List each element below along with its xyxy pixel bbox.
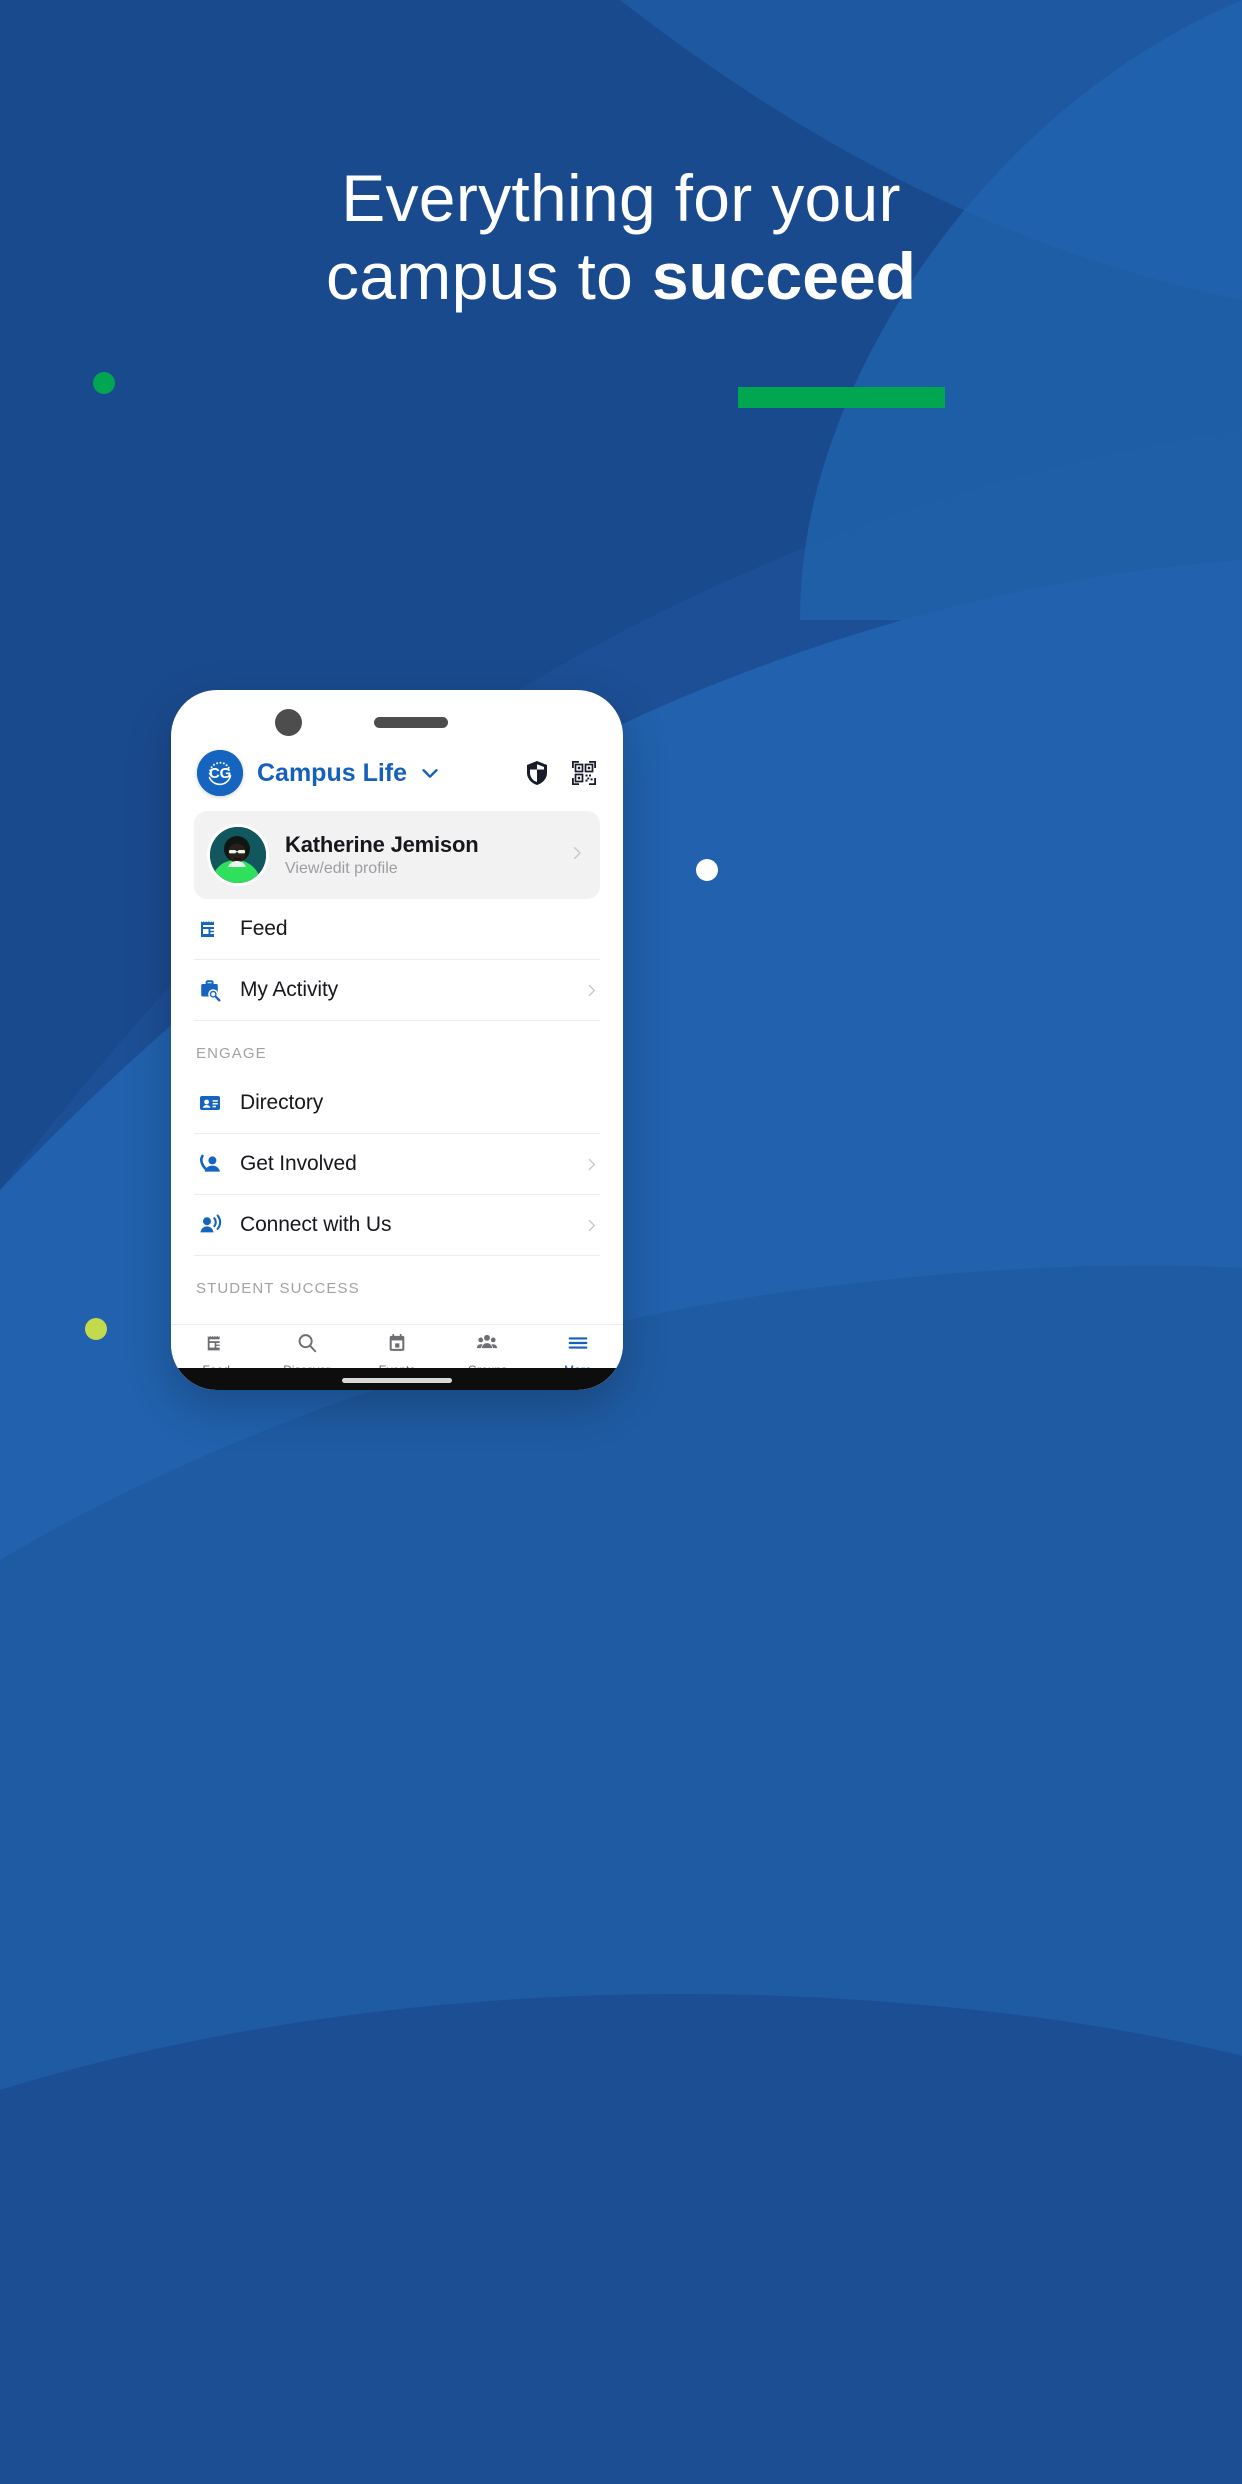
activity-briefcase-icon — [194, 978, 226, 1002]
chevron-right-icon — [583, 982, 600, 999]
groups-icon — [476, 1332, 498, 1359]
app-title: Campus Life — [257, 758, 408, 787]
chevron-down-icon[interactable] — [419, 762, 441, 784]
menu-item-label: Connect with Us — [240, 1213, 392, 1236]
menu-item-label: Get Involved — [240, 1152, 357, 1175]
home-indicator-bezel — [171, 1368, 623, 1390]
hero-heading: Everything for your campus to succeed — [0, 160, 1242, 316]
shield-icon[interactable] — [525, 760, 549, 786]
speaker-grille-icon — [374, 717, 448, 728]
menu-item-get-involved[interactable]: Get Involved — [194, 1134, 600, 1195]
section-label-engage: ENGAGE — [196, 1045, 267, 1062]
hamburger-icon — [567, 1332, 589, 1359]
app-logo[interactable]: CG — [197, 750, 243, 796]
calendar-icon — [386, 1332, 408, 1359]
menu-item-feed[interactable]: Feed — [194, 899, 600, 960]
chevron-right-icon — [583, 1217, 600, 1234]
menu-item-label: Feed — [240, 917, 288, 940]
camera-icon — [275, 709, 302, 736]
app-header: CG Campus Life — [171, 738, 623, 802]
profile-text: Katherine Jemison View/edit profile — [285, 832, 568, 878]
section-label-student-success: STUDENT SUCCESS — [196, 1280, 360, 1297]
home-bar[interactable] — [342, 1378, 452, 1383]
hero-line-2-light: campus to — [326, 238, 652, 313]
menu-list: Feed My Activity ENGAGE Directory Get In… — [171, 899, 623, 1390]
menu-item-directory[interactable]: Directory — [194, 1073, 600, 1134]
search-icon — [296, 1332, 318, 1359]
phone-mockup: CG Campus Life Katherine Jemison View/ed… — [171, 690, 623, 1390]
profile-subtitle: View/edit profile — [285, 860, 398, 878]
feed-icon — [194, 917, 226, 941]
hero-line-2-bold: succeed — [651, 238, 916, 313]
profile-name: Katherine Jemison — [285, 831, 479, 857]
raised-hand-person-icon — [194, 1152, 226, 1176]
contact-card-icon — [194, 1091, 226, 1115]
feed-icon — [205, 1332, 227, 1359]
person-broadcast-icon — [194, 1213, 226, 1237]
menu-item-label: My Activity — [240, 978, 339, 1001]
chevron-right-icon — [568, 844, 586, 867]
lime-dot-bottom — [85, 1318, 107, 1340]
qr-code-icon[interactable] — [571, 760, 597, 786]
hero-accent-bar — [738, 387, 945, 408]
green-dot-top — [93, 372, 115, 394]
chevron-right-icon — [583, 1156, 600, 1173]
white-dot-right — [696, 859, 718, 881]
avatar — [207, 824, 269, 886]
menu-item-my-activity[interactable]: My Activity — [194, 960, 600, 1021]
menu-item-label: Directory — [240, 1091, 324, 1114]
hero-line-1: Everything for your — [341, 161, 901, 235]
menu-item-connect-with-us[interactable]: Connect with Us — [194, 1195, 600, 1256]
logo-text: CG — [209, 764, 231, 782]
profile-card[interactable]: Katherine Jemison View/edit profile — [194, 811, 600, 899]
phone-top-bezel — [171, 690, 623, 738]
